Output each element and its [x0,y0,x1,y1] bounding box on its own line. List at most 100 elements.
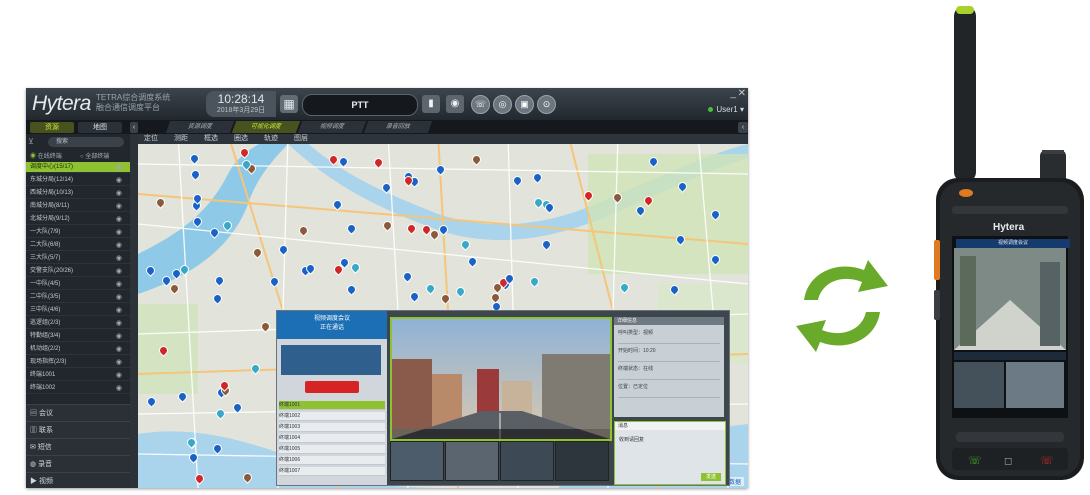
visibility-icon[interactable]: ◉ [116,292,122,302]
tree-item[interactable]: 一大队(7/9) ◉ [26,227,130,238]
video-thumb-1[interactable] [390,441,444,481]
tagline-line1: TETRA综合调度系统 [96,93,171,102]
tree-item[interactable]: 机动组(2/2) ◉ [26,344,130,355]
map-tool-button[interactable]: 圈选 [234,134,248,144]
tab-video-dispatch[interactable]: 视频调度 [297,121,367,133]
map-tool-button[interactable]: 图层 [294,134,308,144]
visibility-icon[interactable]: ◉ [116,188,122,198]
map-tool-button[interactable]: 轨迹 [264,134,278,144]
panel-toggle-icon[interactable]: ‹ [738,122,748,133]
minimize-icon[interactable]: _ [730,88,736,99]
tree-item[interactable]: 二大队(6/8) ◉ [26,240,130,251]
main-video-feed[interactable] [390,317,612,441]
radio-brand: Hytera [993,222,1025,233]
nav-meeting[interactable]: ▤ 会议 [26,404,130,421]
visibility-icon[interactable]: ◉ [116,227,122,237]
search-input[interactable]: 搜索 [48,137,124,147]
visibility-icon[interactable]: ◉ [116,357,122,367]
broadcast-icon[interactable]: ◎ [493,95,512,114]
tree-item[interactable]: 交警支队(20/26) ◉ [26,266,130,277]
phone-icon[interactable]: ☏ [471,95,490,114]
hangup-button[interactable] [305,381,359,393]
video-thumb-4[interactable] [555,441,609,481]
member-row[interactable]: 终端1002 [279,412,385,421]
lock-icon[interactable]: ⊙ [537,95,556,114]
tree-item[interactable]: 三大队(5/7) ◉ [26,253,130,264]
send-button[interactable]: 发送 [701,473,721,481]
member-row[interactable]: 终端1007 [279,467,385,476]
radio-all-label: 全部终端 [85,154,110,160]
video-thumb-3[interactable] [500,441,554,481]
visibility-icon[interactable]: ◉ [116,240,122,250]
tree-item[interactable]: 终端1002 ◉ [26,383,130,394]
visibility-icon[interactable]: ◉ [116,370,122,380]
ptt-button[interactable]: PTT [302,94,418,116]
visibility-icon[interactable]: ◉ [116,344,122,354]
tree-item[interactable]: 西城分局(10/13) ◉ [26,188,130,199]
radio-device-icon[interactable]: ▮ [422,95,440,113]
nav-contacts[interactable]: ▥ 联系 [26,421,130,438]
nav-video[interactable]: ▶ 视频 [26,472,130,488]
monitor-icon[interactable]: ▣ [515,95,534,114]
call-controls [281,345,381,375]
tab-row: 资源 地图 ‹ 资源调度 可视化调度 视频调度 录音回放 ‹ [26,120,748,134]
tree-item[interactable]: 现场指挥(2/3) ◉ [26,357,130,368]
member-row[interactable]: 终端1004 [279,434,385,443]
member-row[interactable]: 终端1006 [279,456,385,465]
filter-icon[interactable]: ⊻ [28,137,34,146]
visibility-icon[interactable]: ◉ [116,175,122,185]
radio-all[interactable]: ○ 全部终端 [80,151,109,160]
map-tool-button[interactable]: 定位 [144,134,158,144]
radio-online[interactable]: ◉ 在线终端 [30,151,62,160]
map-tool-button[interactable]: 测距 [174,134,188,144]
tree-item[interactable]: 特勤组(3/4) ◉ [26,331,130,342]
tree-item[interactable]: 北城分局(9/12) ◉ [26,214,130,225]
tree-item-label: 三中队(4/6) [30,307,61,313]
visibility-icon[interactable]: ◉ [116,266,122,276]
tab-resource-dispatch[interactable]: 资源调度 [165,121,235,133]
tree-item[interactable]: 二中队(3/5) ◉ [26,292,130,303]
sidebar-splitter[interactable] [130,134,138,488]
visibility-icon[interactable]: ◉ [116,331,122,341]
visibility-icon[interactable]: ◉ [116,318,122,328]
chat-input[interactable]: 收到请回复 [619,436,644,443]
tree-item[interactable]: 东城分局(12/14) ◉ [26,175,130,186]
tab-recording-playback[interactable]: 录音回放 [363,121,433,133]
visibility-icon[interactable]: ◉ [116,162,122,172]
tree-item[interactable]: 终端1001 ◉ [26,370,130,381]
map-view[interactable]: 定位测距框选圈选轨迹图层 地图数据 视频调度会议 正在通话 终端1001终端10… [138,134,748,488]
tree-item[interactable]: 三中队(4/6) ◉ [26,305,130,316]
tab-map[interactable]: 地图 [78,122,122,133]
visibility-icon[interactable]: ◉ [116,253,122,263]
video-call-window: 视频调度会议 正在通话 终端1001 终端1002 终端1003 终端1004 终端10… [276,310,730,486]
member-row[interactable]: 终端1003 [279,423,385,432]
map-tool-button[interactable]: 框选 [204,134,218,144]
nav-recording[interactable]: ◍ 录音 [26,455,130,472]
video-thumb-2[interactable] [445,441,499,481]
tree-item[interactable]: 一中队(4/5) ◉ [26,279,130,290]
tree-item[interactable]: 巡逻组(2/3) ◉ [26,318,130,329]
tree-item-label: 一大队(7/9) [30,229,61,235]
visibility-icon[interactable]: ◉ [116,383,122,393]
dispatch-console-window: Hytera TETRA综合调度系统 融合通信调度平台 10:28:14 201… [26,88,748,488]
tab-resources[interactable]: 资源 [30,122,74,133]
collapse-chevron-icon[interactable]: ‹ [130,122,138,133]
speaker-icon[interactable]: ◉ [446,95,464,113]
visibility-icon[interactable]: ◉ [116,214,122,224]
member-row[interactable]: 终端1001 [279,401,385,410]
radio-screen-title: 视频调度会议 [956,239,1070,248]
grid-menu-icon[interactable]: ▦ [280,95,298,113]
member-row[interactable]: 终端1005 [279,445,385,454]
tree-item[interactable]: 调度中心(15/17) ◉ [26,162,130,173]
close-icon[interactable]: ✕ [738,88,746,99]
nav-sms[interactable]: ✉ 短信 [26,438,130,455]
nav-video-label: 视频 [38,478,53,485]
tab-visual-dispatch[interactable]: 可视化调度 [231,121,301,133]
user-status[interactable]: User1 ▾ [708,105,744,114]
svg-text:◻: ◻ [1004,456,1012,467]
tree-item[interactable]: 南城分局(8/11) ◉ [26,201,130,212]
brand-tagline: TETRA综合调度系统 融合通信调度平台 [96,93,196,113]
visibility-icon[interactable]: ◉ [116,279,122,289]
visibility-icon[interactable]: ◉ [116,201,122,211]
visibility-icon[interactable]: ◉ [116,305,122,315]
